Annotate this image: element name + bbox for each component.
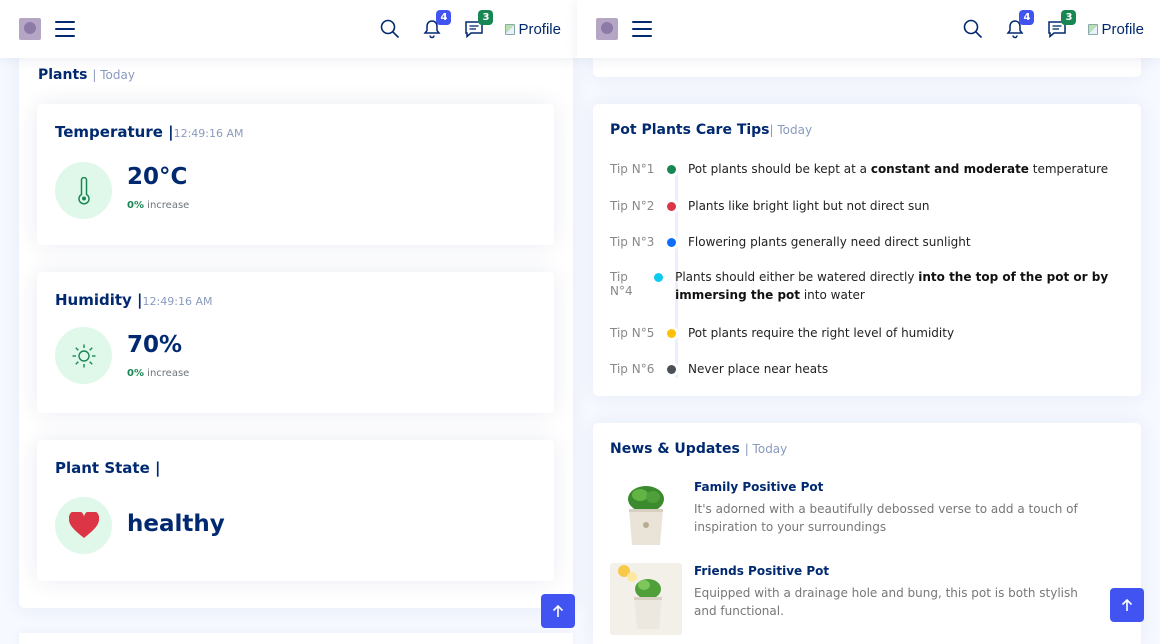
humidity-time: 12:49:16 AM (142, 295, 213, 308)
tip-item: Tip N°5 Pot plants require the right leve… (610, 326, 1130, 342)
messages-badge: 3 (478, 10, 494, 25)
tip-text: Pot plants require the right level of hu… (688, 324, 954, 342)
humidity-change: 0% (127, 368, 144, 379)
tip-text-plain: Plants like bright light but not direct … (688, 199, 930, 213)
news-title-suffix: | Today (744, 442, 788, 456)
tip-text-plain: temperature (1028, 162, 1109, 176)
tip-item: Tip N°3 Flowering plants generally need d… (610, 235, 1130, 251)
news-card: News & Updates | Today Family Positive P… (593, 423, 1141, 644)
plants-title: Plants (38, 67, 88, 83)
tip-label: Tip N°4 (610, 270, 633, 298)
tip-text-plain: into water (800, 288, 865, 302)
notifications-bell-icon[interactable]: 4 (1004, 10, 1035, 40)
temperature-card-title: Temperature |12:49:16 AM (55, 123, 244, 141)
messages-badge: 3 (1061, 10, 1077, 25)
humidity-value: 70% (127, 332, 183, 358)
news-image-family-pot[interactable] (610, 477, 682, 549)
tip-label: Tip N°5 (610, 326, 655, 340)
tip-item: Tip N°6 Never place near heats (610, 362, 1130, 378)
tip-text-plain: Pot plants should be kept at a (688, 162, 871, 176)
tip-text: Plants should either be watered directly… (675, 268, 1130, 304)
heart-icon (55, 497, 112, 554)
care-tips-title: Pot Plants Care Tips| Today (610, 122, 812, 138)
profile-image[interactable]: Profile (1088, 21, 1144, 38)
temperature-change: 0% (127, 200, 144, 211)
humidity-delta: 0% increase (127, 368, 189, 379)
search-icon[interactable] (379, 18, 401, 40)
tip-label: Tip N°1 (610, 162, 655, 176)
back-to-top-button[interactable] (1110, 588, 1144, 622)
tip-item: Tip N°4 Plants should either be watered d… (610, 270, 1130, 304)
tip-label: Tip N°6 (610, 362, 655, 376)
logo[interactable] (596, 18, 618, 40)
temperature-card: Temperature |12:49:16 AM 20°C 0% increas… (37, 104, 554, 245)
tip-dot-icon (654, 273, 664, 282)
header-right: 4 3 Profile (577, 0, 1160, 58)
temperature-delta: 0% increase (127, 200, 189, 211)
tip-dot-icon (667, 329, 676, 338)
tip-text-plain: Plants should either be watered directly (675, 270, 919, 284)
plants-panel: Plants | Today Temperature |12:49:16 AM … (19, 58, 573, 608)
broken-image-icon (505, 23, 516, 35)
next-panel-edge (19, 633, 573, 644)
temperature-value: 20°C (127, 164, 188, 190)
tip-text-bold: constant and moderate (870, 162, 1029, 176)
tips-title-suffix: | Today (769, 123, 813, 137)
profile-alt-text: Profile (1101, 20, 1144, 38)
humidity-change-label: increase (147, 368, 190, 379)
temperature-change-label: increase (147, 200, 190, 211)
temperature-time: 12:49:16 AM (173, 127, 244, 140)
back-to-top-button[interactable] (541, 594, 575, 628)
notifications-bell-icon[interactable]: 4 (421, 10, 452, 40)
plant-state-card: Plant State | healthy (37, 440, 554, 581)
news-item-title[interactable]: Family Positive Pot (694, 480, 823, 494)
tip-text: Flowering plants generally need direct s… (688, 233, 971, 251)
temperature-label: Temperature | (55, 123, 174, 141)
plants-section-title: Plants | Today (38, 67, 135, 83)
tip-dot-icon (667, 165, 676, 174)
news-image-friends-pot[interactable] (610, 563, 682, 635)
news-item-description: It's adorned with a beautifully debossed… (694, 502, 1078, 534)
tip-text-plain: Never place near heats (688, 362, 829, 376)
previous-card-edge (593, 58, 1141, 77)
tip-text-plain: Flowering plants generally need direct s… (688, 235, 971, 249)
profile-image[interactable]: Profile (505, 21, 561, 38)
menu-toggle-icon[interactable] (632, 21, 652, 37)
news-card-title: News & Updates | Today (610, 441, 787, 457)
news-item-title[interactable]: Friends Positive Pot (694, 564, 829, 578)
messages-icon[interactable]: 3 (463, 10, 494, 40)
plants-title-suffix: | Today (92, 68, 135, 82)
tips-title: Pot Plants Care Tips (610, 122, 770, 138)
tip-text: Pot plants should be kept at a constant … (688, 160, 1108, 178)
tip-dot-icon (667, 202, 676, 211)
logo[interactable] (19, 18, 41, 40)
humidity-label: Humidity | (55, 291, 143, 309)
messages-icon[interactable]: 3 (1046, 10, 1077, 40)
notifications-badge: 4 (436, 10, 452, 25)
search-icon[interactable] (962, 18, 984, 40)
sun-icon (55, 327, 112, 384)
thermometer-icon (55, 162, 112, 219)
tip-dot-icon (667, 238, 676, 247)
tip-label: Tip N°3 (610, 235, 655, 249)
notifications-badge: 4 (1019, 10, 1035, 25)
tip-text-plain: Pot plants require the right level of hu… (688, 326, 955, 340)
humidity-card: Humidity |12:49:16 AM 70% 0% increase (37, 272, 554, 413)
tip-label: Tip N°2 (610, 199, 655, 213)
news-title: News & Updates (610, 441, 740, 457)
humidity-card-title: Humidity |12:49:16 AM (55, 291, 212, 309)
care-tips-card: Pot Plants Care Tips| Today Tip N°1 Pot p… (593, 104, 1141, 396)
tip-text: Plants like bright light but not direct … (688, 197, 930, 215)
tip-text: Never place near heats (688, 360, 828, 378)
menu-toggle-icon[interactable] (55, 21, 75, 37)
broken-image-icon (1088, 23, 1099, 35)
plant-state-title: Plant State | (55, 459, 161, 477)
news-item-description: Equipped with a drainage hole and bung, … (694, 586, 1078, 618)
profile-alt-text: Profile (518, 20, 561, 38)
tip-item: Tip N°1 Pot plants should be kept at a co… (610, 162, 1130, 178)
header-left: 4 3 Profile (0, 0, 577, 58)
plant-state-value: healthy (127, 511, 225, 537)
tip-item: Tip N°2 Plants like bright light but not … (610, 199, 1130, 215)
tip-dot-icon (667, 365, 676, 374)
